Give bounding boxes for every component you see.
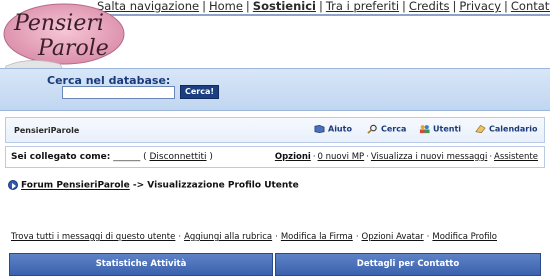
search-input[interactable] <box>62 86 175 99</box>
top-link-separator: | <box>402 0 406 13</box>
top-link-separator: | <box>452 0 457 13</box>
username: ______ <box>113 152 141 162</box>
logged-in-info: Sei collegato come: ______ ( Disconnetti… <box>11 152 213 162</box>
calendar-icon <box>475 124 486 134</box>
logo-text-1: Pensieri <box>13 11 104 36</box>
top-link-3[interactable]: Tra i preferiti <box>326 0 399 13</box>
assistant-link[interactable]: Assistente <box>494 152 538 162</box>
top-link-separator: | <box>202 0 206 13</box>
logged-in-label: Sei collegato come: <box>11 152 111 162</box>
top-links: Salta navigazione | Home | Sostienici | Tra i … <box>97 0 550 13</box>
magnifier-icon <box>367 124 377 134</box>
top-link-2[interactable]: Sostienici <box>253 0 316 13</box>
options-link[interactable]: Opzioni <box>275 152 311 162</box>
top-link-6[interactable]: Contattaci <box>511 0 550 13</box>
nav-help[interactable]: Aiuto <box>314 124 352 134</box>
avatar <box>8 203 96 229</box>
breadcrumb-current: -> Visualizzazione Profilo Utente <box>132 180 299 191</box>
find-posts-link[interactable]: Trova tutti i messaggi di questo utente <box>11 232 175 242</box>
top-link-separator: | <box>245 0 250 13</box>
logout-link[interactable]: Disconnettiti <box>149 152 206 162</box>
nav-calendar[interactable]: Calendario <box>475 124 537 134</box>
contact-details-header: Dettagli per Contatto <box>275 253 541 276</box>
edit-profile-link[interactable]: Modifica Profilo <box>432 232 497 242</box>
top-link-5[interactable]: Privacy <box>459 0 501 13</box>
nav-users-label: Utenti <box>433 124 462 134</box>
activity-stats-header: Statistiche Attività <box>9 253 273 276</box>
nav-calendar-label: Calendario <box>489 124 538 134</box>
top-link-separator: | <box>318 0 323 13</box>
users-icon <box>419 125 430 134</box>
forum-home-link[interactable]: Forum PensieriParole <box>21 181 130 191</box>
nav-search[interactable]: Cerca <box>367 124 406 134</box>
help-icon <box>314 124 325 134</box>
top-link-1[interactable]: Home <box>209 0 243 13</box>
logo-text-2: Parole <box>37 36 109 61</box>
search-button[interactable]: Cerca! <box>180 85 220 99</box>
add-contact-link[interactable]: Aggiungi alla rubrica <box>184 232 272 242</box>
nav-help-label: Aiuto <box>328 124 352 134</box>
avatar-options-link[interactable]: Opzioni Avatar <box>362 232 424 242</box>
nav-search-label: Cerca <box>381 124 407 134</box>
user-bar: Sei collegato come: ______ ( Disconnetti… <box>5 146 545 168</box>
site-name: PensieriParole <box>14 126 80 135</box>
nav-users[interactable]: Utenti <box>419 124 461 134</box>
profile-actions: Trova tutti i messaggi di questo utente ·… <box>11 232 498 242</box>
private-messages-link[interactable]: 0 nuovi MP <box>318 152 365 162</box>
banner-area <box>195 17 535 62</box>
search-band: Cerca nel database: Cerca! <box>0 68 550 111</box>
edit-signature-link[interactable]: Modifica la Firma <box>281 232 353 242</box>
site-logo[interactable]: Pensieri Parole <box>0 0 135 72</box>
top-link-4[interactable]: Credits <box>409 0 450 13</box>
user-links: Opzioni · 0 nuovi MP · Visualizza i nuovi me… <box>274 152 538 162</box>
breadcrumb: Forum PensieriParole -> Visualizzazione … <box>8 180 299 191</box>
navigation-bar: PensieriParole Aiuto Cerca Utenti Calend… <box>5 117 545 143</box>
new-posts-link[interactable]: Visualizza i nuovi messaggi <box>371 152 487 162</box>
top-link-separator: | <box>504 0 508 13</box>
arrow-circle-icon <box>8 180 18 190</box>
top-divider <box>95 14 550 16</box>
